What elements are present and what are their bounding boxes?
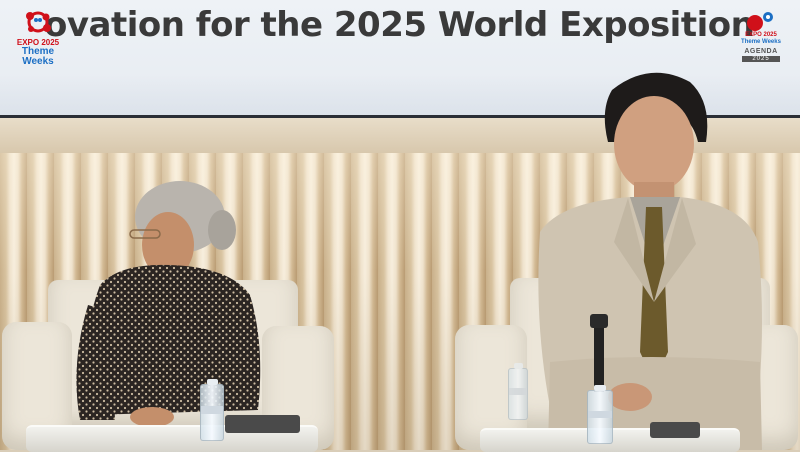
agenda-logo-icon [741,10,781,32]
logo-left-line3: Weeks [22,56,54,67]
expo-theme-weeks-logo: EXPO 2025 Theme Weeks [10,8,66,78]
back-water-bottle [508,363,528,420]
right-table-device [650,422,700,438]
screen-title: ovation for the 2025 World Exposition [44,5,755,45]
left-table-device [225,415,300,433]
logo-right-line1: EXPO 2025 [745,32,777,38]
man-beige-suit-panelist [538,72,762,450]
left-water-bottle [200,379,224,441]
right-water-bottle [587,385,613,444]
expo-mascot-icon [21,8,55,36]
logo-right-line3: AGENDA [744,48,778,55]
elderly-woman-panelist [76,181,261,427]
logo-right-line2: Theme Weeks [741,39,781,45]
